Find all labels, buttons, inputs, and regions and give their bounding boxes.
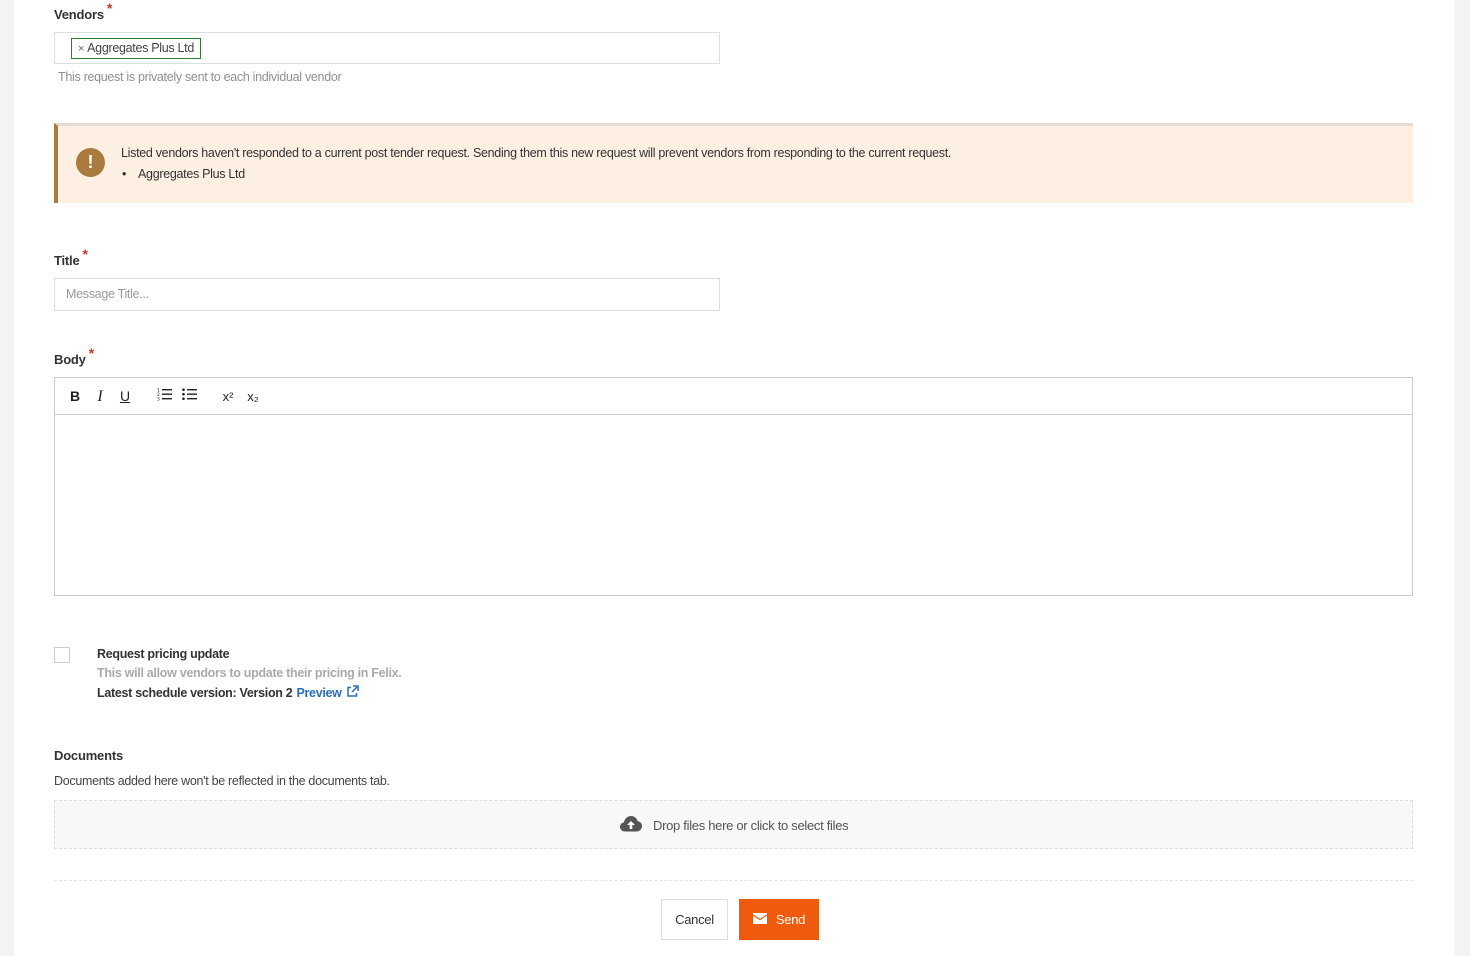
body-editor[interactable]: B I U 1 2 3 x² x₂ (54, 377, 1413, 596)
cancel-button[interactable]: Cancel (661, 899, 728, 940)
bullet-list-icon[interactable] (181, 387, 199, 406)
external-link-icon[interactable] (346, 685, 359, 701)
dropzone-content: Drop files here or click to select files (619, 815, 849, 835)
pricing-description: This will allow vendors to update their … (97, 666, 402, 680)
schedule-version-text: Latest schedule version: Version 2 (97, 686, 293, 700)
warning-alert: ! Listed vendors haven't responded to a … (54, 123, 1413, 203)
alert-message: Listed vendors haven't responded to a cu… (121, 146, 952, 160)
send-button[interactable]: Send (739, 899, 819, 940)
italic-button[interactable]: I (93, 387, 107, 406)
warning-icon: ! (76, 148, 105, 177)
schedule-version: Latest schedule version: Version 2 Previ… (97, 685, 359, 701)
vendors-input[interactable]: × Aggregates Plus Ltd (54, 32, 720, 64)
editor-toolbar: B I U 1 2 3 x² x₂ (55, 378, 1412, 415)
documents-note: Documents added here won't be reflected … (54, 774, 390, 788)
envelope-icon (752, 899, 767, 940)
title-input[interactable]: Message Title... (54, 278, 720, 311)
superscript-button[interactable]: x² (219, 387, 237, 406)
vendor-tag: × Aggregates Plus Ltd (71, 38, 201, 59)
title-label: Title * (54, 246, 88, 268)
cloud-upload-icon (619, 815, 643, 835)
preview-link[interactable]: Preview (296, 686, 341, 700)
vendors-hint: This request is privately sent to each i… (58, 70, 342, 84)
vendor-tag-label: Aggregates Plus Ltd (87, 41, 194, 55)
footer-divider (54, 880, 1413, 881)
bold-button[interactable]: B (68, 387, 82, 406)
pricing-checkbox[interactable] (54, 647, 70, 663)
documents-label: Documents (54, 748, 123, 763)
vendors-label: Vendors * (54, 0, 113, 22)
tag-remove-icon[interactable]: × (78, 43, 84, 55)
file-dropzone[interactable]: Drop files here or click to select files (54, 800, 1413, 849)
alert-vendor-list: • Aggregates Plus Ltd (121, 167, 245, 181)
underline-button[interactable]: U (118, 387, 132, 406)
send-label: Send (775, 912, 806, 927)
subscript-button[interactable]: x₂ (244, 387, 262, 406)
dropzone-text: Drop files here or click to select files (653, 817, 849, 833)
form-panel: Vendors * × Aggregates Plus Ltd This reque… (14, 0, 1454, 956)
body-label: Body * (54, 345, 94, 367)
pricing-label: Request pricing update (97, 647, 230, 661)
svg-text:3: 3 (157, 397, 160, 402)
bullet-icon: • (122, 167, 127, 181)
ordered-list-icon[interactable]: 1 2 3 (156, 387, 174, 406)
alert-vendor-item: Aggregates Plus Ltd (138, 167, 245, 181)
